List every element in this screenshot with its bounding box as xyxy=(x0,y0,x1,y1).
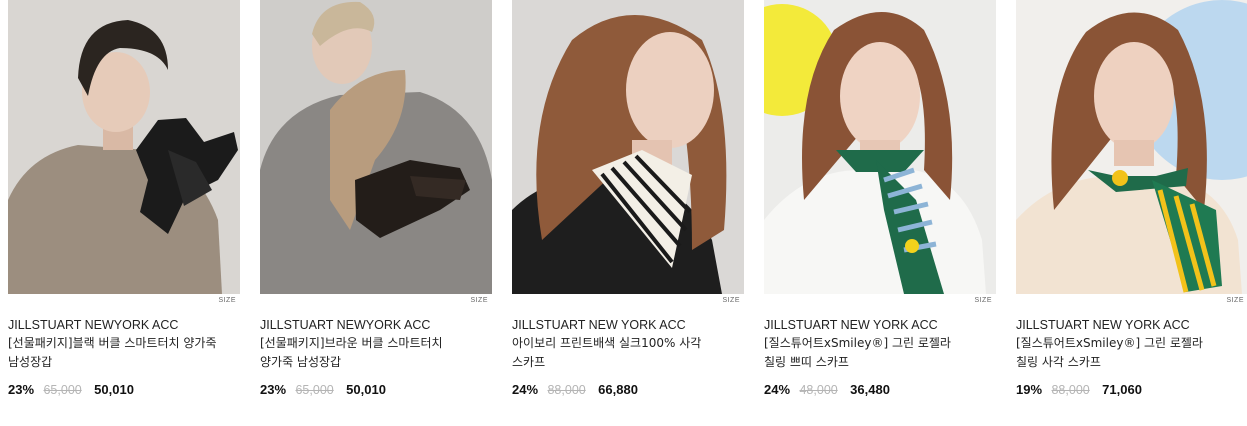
man-black-gloves-illustration xyxy=(8,0,240,294)
discount-rate: 23% xyxy=(260,382,287,397)
size-tag[interactable]: SIZE xyxy=(722,297,740,304)
woman-band-scarf-illustration xyxy=(764,0,996,294)
product-card[interactable]: SIZE JILLSTUART NEWYORK ACC [선물패키지]블랙 버클… xyxy=(8,0,240,420)
sale-price: 50,010 xyxy=(346,382,386,397)
product-brand[interactable]: JILLSTUART NEWYORK ACC xyxy=(260,318,430,332)
product-card[interactable]: SIZE JILLSTUART NEW YORK ACC 아이보리 프린트배색 … xyxy=(512,0,744,420)
product-image[interactable] xyxy=(8,0,240,294)
price-row: 24% 88,000 66,880 xyxy=(512,381,638,399)
product-image[interactable] xyxy=(764,0,996,294)
sale-price: 66,880 xyxy=(598,382,638,397)
product-name[interactable]: [선물패키지]브라운 버클 스마트터치 양가죽 남성장갑 xyxy=(260,334,472,372)
product-name[interactable]: [질스튜어트xSmiley®] 그린 로젤라 칠링 사각 스카프 xyxy=(1016,334,1228,372)
product-name[interactable]: 아이보리 프린트배색 실크100% 사각 스카프 xyxy=(512,334,724,372)
product-name[interactable]: [선물패키지]블랙 버클 스마트터치 양가죽 남성장갑 xyxy=(8,334,220,372)
man-brown-gloves-illustration xyxy=(260,0,492,294)
product-brand[interactable]: JILLSTUART NEW YORK ACC xyxy=(512,318,686,332)
product-name[interactable]: [질스튜어트xSmiley®] 그린 로젤라 칠링 쁘띠 스카프 xyxy=(764,334,976,372)
sale-price: 50,010 xyxy=(94,382,134,397)
product-image[interactable] xyxy=(1016,0,1247,294)
discount-rate: 19% xyxy=(1016,382,1043,397)
size-tag[interactable]: SIZE xyxy=(218,297,236,304)
price-row: 24% 48,000 36,480 xyxy=(764,381,890,399)
product-brand[interactable]: JILLSTUART NEWYORK ACC xyxy=(8,318,178,332)
discount-rate: 23% xyxy=(8,382,35,397)
product-grid: SIZE JILLSTUART NEWYORK ACC [선물패키지]블랙 버클… xyxy=(0,0,1247,426)
original-price: 65,000 xyxy=(295,383,334,397)
product-card[interactable]: SIZE JILLSTUART NEW YORK ACC [질스튜어트xSmil… xyxy=(1016,0,1247,420)
product-image[interactable] xyxy=(260,0,492,294)
original-price: 88,000 xyxy=(1051,383,1090,397)
product-brand[interactable]: JILLSTUART NEW YORK ACC xyxy=(764,318,938,332)
discount-rate: 24% xyxy=(764,382,791,397)
woman-square-scarf-illustration xyxy=(1016,0,1247,294)
product-brand[interactable]: JILLSTUART NEW YORK ACC xyxy=(1016,318,1190,332)
woman-silk-scarf-illustration xyxy=(512,0,744,294)
product-image[interactable] xyxy=(512,0,744,294)
product-card[interactable]: SIZE JILLSTUART NEW YORK ACC [질스튜어트xSmil… xyxy=(764,0,996,420)
discount-rate: 24% xyxy=(512,382,539,397)
price-row: 19% 88,000 71,060 xyxy=(1016,381,1142,399)
original-price: 48,000 xyxy=(799,383,838,397)
price-row: 23% 65,000 50,010 xyxy=(8,381,134,399)
original-price: 65,000 xyxy=(43,383,82,397)
sale-price: 36,480 xyxy=(850,382,890,397)
size-tag[interactable]: SIZE xyxy=(974,297,992,304)
sale-price: 71,060 xyxy=(1102,382,1142,397)
size-tag[interactable]: SIZE xyxy=(470,297,488,304)
size-tag[interactable]: SIZE xyxy=(1226,297,1244,304)
original-price: 88,000 xyxy=(547,383,586,397)
price-row: 23% 65,000 50,010 xyxy=(260,381,386,399)
product-card[interactable]: SIZE JILLSTUART NEWYORK ACC [선물패키지]브라운 버… xyxy=(260,0,492,420)
